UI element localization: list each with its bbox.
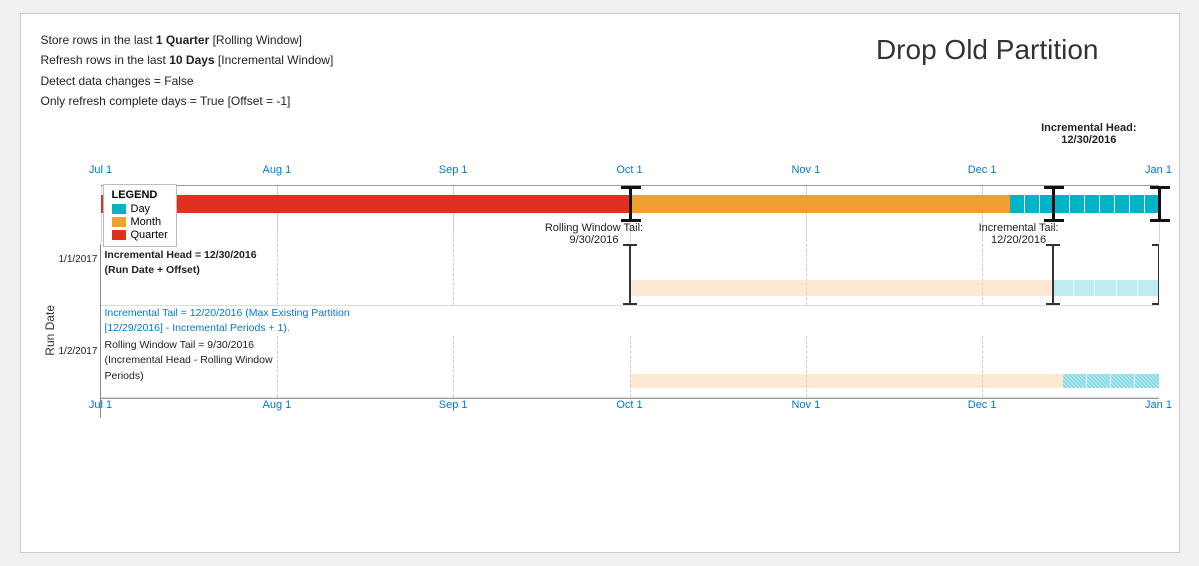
legend-item-month: Month <box>112 216 168 228</box>
info-text: Store rows in the last 1 Quarter [Rollin… <box>41 30 334 112</box>
quarter-bar <box>101 195 630 213</box>
rolling-window-tail-label: Rolling Window Tail:9/30/2016 <box>545 222 643 246</box>
legend-title: LEGEND <box>112 189 168 201</box>
bracket-dec20 <box>1052 186 1055 222</box>
run-date-1-bracket-dec20 <box>1052 244 1054 305</box>
axis-label-jul: Jul 1 <box>89 164 112 176</box>
info-line-1: Store rows in the last 1 Quarter [Rollin… <box>41 30 334 50</box>
bottom-axis-label-dec: Dec 1 <box>968 399 997 411</box>
legend-item-day: Day <box>112 203 168 215</box>
run-date-1-bracket-jan1 <box>1158 244 1159 305</box>
description-head: Incremental Head = 12/30/2016(Run Date +… <box>105 248 325 280</box>
y-axis-run-date: Run Date <box>41 244 59 418</box>
run-date-desc-tail-text: Incremental Tail = 12/20/2016 (Max Exist… <box>101 306 1159 336</box>
month-bar <box>630 195 1011 213</box>
run-date-1-orange-bar <box>630 280 1053 296</box>
run-date-axis-label: Run Date <box>43 305 57 356</box>
legend-item-quarter: Quarter <box>112 229 168 241</box>
bracket-oct1 <box>629 186 632 222</box>
run-date-1-day-tiles <box>1053 280 1159 296</box>
axis-label-oct: Oct 1 <box>616 164 642 176</box>
day-bars <box>1010 195 1158 213</box>
run-date-2-day-tiles <box>1063 374 1158 388</box>
axis-label-dec: Dec 1 <box>968 164 997 176</box>
header-section: Store rows in the last 1 Quarter [Rollin… <box>41 30 1159 112</box>
run-date-desc-tail: Incremental Tail = 12/20/2016 (Max Exist… <box>59 306 1159 336</box>
run-date-chart: 1/1/2017 Incremental Head = 12/30/2016(R… <box>59 244 1159 418</box>
axis-label-nov: Nov 1 <box>791 164 820 176</box>
legend-label-day: Day <box>131 203 151 215</box>
run-date-bars-1: Incremental Head = 12/30/2016(Run Date +… <box>101 244 1159 306</box>
run-date-label-2: 1/2/2017 <box>59 336 101 398</box>
legend-color-quarter <box>112 230 126 240</box>
bar-row-main <box>101 186 1159 222</box>
run-date-1-bracket-oct <box>629 244 631 305</box>
bottom-axis-label-jan: Jan 1 <box>1145 399 1172 411</box>
bottom-axis: Jul 1 Aug 1 Sep 1 Oct 1 Nov 1 Dec 1 Jan … <box>101 398 1159 418</box>
legend-label-quarter: Quarter <box>131 229 168 241</box>
run-date-row-2: 1/2/2017 Rolling Window Tail = 9/30/2016… <box>59 336 1159 398</box>
legend-color-day <box>112 204 126 214</box>
top-axis: Jul 1 Aug 1 Sep 1 Oct 1 Nov 1 Dec 1 Jan … <box>101 164 1159 186</box>
chart-area: Incremental Head:12/30/2016 Jul 1 Aug 1 … <box>41 122 1159 418</box>
legend-color-month <box>112 217 126 227</box>
page-title: Drop Old Partition <box>876 34 1099 66</box>
incremental-head-annotation: Incremental Head:12/30/2016 <box>1041 122 1136 146</box>
bottom-axis-label-sep: Sep 1 <box>439 399 468 411</box>
run-date-label-1: 1/1/2017 <box>59 244 101 306</box>
axis-label-aug: Aug 1 <box>262 164 291 176</box>
run-date-row-1: 1/1/2017 Incremental Head = 12/30/2016(R… <box>59 244 1159 306</box>
chart-body: Rolling Window Tail:9/30/2016 Incrementa… <box>101 186 1159 242</box>
bottom-axis-label-oct: Oct 1 <box>616 399 642 411</box>
bottom-axis-label-nov: Nov 1 <box>791 399 820 411</box>
incremental-tail-label: Incremental Tail:12/20/2016 <box>979 222 1059 246</box>
info-line-3: Detect data changes = False <box>41 71 334 91</box>
axis-label-sep: Sep 1 <box>439 164 468 176</box>
info-line-2: Refresh rows in the last 10 Days [Increm… <box>41 50 334 70</box>
main-container: Store rows in the last 1 Quarter [Rollin… <box>20 13 1180 553</box>
legend-label-month: Month <box>131 216 162 228</box>
bar-annotations: Rolling Window Tail:9/30/2016 Incrementa… <box>101 222 1159 242</box>
description-tail: Incremental Tail = 12/20/2016 (Max Exist… <box>105 306 365 338</box>
run-date-section: Run Date 1/1/2017 Incremental Head = 12/… <box>41 244 1159 418</box>
bottom-axis-label-jul: Jul 1 <box>89 399 112 411</box>
description-rolling: Rolling Window Tail = 9/30/2016(Incremen… <box>105 338 325 385</box>
legend: LEGEND Day Month Quarter <box>103 184 177 247</box>
axis-label-jan: Jan 1 <box>1145 164 1172 176</box>
bracket-jan1 <box>1158 186 1161 222</box>
bottom-axis-row: Jul 1 Aug 1 Sep 1 Oct 1 Nov 1 Dec 1 Jan … <box>59 398 1159 418</box>
chart-rows-container: Rolling Window Tail:9/30/2016 Incrementa… <box>41 186 1159 242</box>
run-date-2-orange-bar <box>630 374 1064 388</box>
bottom-axis-label-aug: Aug 1 <box>262 399 291 411</box>
run-date-bars-2: Rolling Window Tail = 9/30/2016(Incremen… <box>101 336 1159 398</box>
info-line-4: Only refresh complete days = True [Offse… <box>41 91 334 111</box>
